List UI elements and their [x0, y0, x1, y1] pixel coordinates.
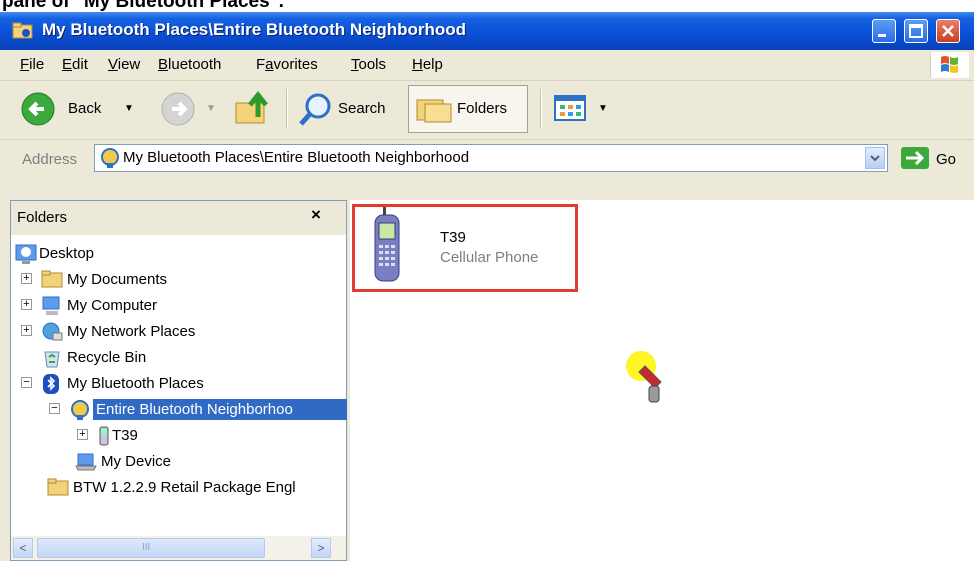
folders-pane-header: Folders ×	[11, 201, 346, 235]
tree-item-t39[interactable]: + T39	[11, 423, 341, 449]
search-button[interactable]: Search	[298, 91, 398, 131]
address-value: My Bluetooth Places\Entire Bluetooth Nei…	[123, 149, 470, 166]
tree-label: My Bluetooth Places	[67, 375, 204, 392]
folders-label: Folders	[457, 100, 508, 117]
computer-icon	[41, 295, 61, 315]
folders-pane: Folders × Desktop + My Documents + My Co…	[10, 200, 347, 561]
tree-label: My Device	[101, 453, 172, 470]
tree-item-desktop[interactable]: Desktop	[11, 241, 341, 267]
menu-bar: File Edit View Bluetooth Favorites Tools…	[0, 50, 974, 81]
scroll-thumb[interactable]: III	[37, 538, 265, 558]
folder-icon	[47, 477, 69, 497]
address-input[interactable]: My Bluetooth Places\Entire Bluetooth Nei…	[94, 144, 888, 172]
recycle-bin-icon	[41, 347, 61, 368]
laptop-icon	[75, 451, 97, 471]
back-button[interactable]: Back ▼	[20, 91, 150, 131]
tree-item-my-device[interactable]: My Device	[11, 449, 341, 475]
address-dropdown-button[interactable]	[865, 147, 885, 169]
bluetooth-icon	[41, 373, 61, 394]
device-name: T39	[440, 229, 466, 246]
desktop-icon	[15, 243, 37, 264]
standard-toolbar: Back ▼ ▼ Search Folders ▼	[0, 81, 974, 140]
cellphone-icon	[369, 207, 407, 290]
go-arrow-icon	[900, 146, 930, 173]
menu-tools[interactable]: Tools	[351, 56, 386, 73]
up-folder-icon	[234, 90, 272, 130]
window-title: My Bluetooth Places\Entire Bluetooth Nei…	[42, 20, 467, 39]
close-pane-icon[interactable]: ×	[311, 205, 321, 225]
menu-view[interactable]: View	[108, 56, 140, 73]
forward-button[interactable]: ▼	[160, 91, 220, 131]
address-label: Address	[22, 151, 78, 168]
busy-cursor-icon	[625, 348, 671, 409]
back-dropdown-icon: ▼	[124, 103, 134, 114]
bluetooth-neighborhood-icon	[69, 399, 89, 420]
tree-item-my-bluetooth-places[interactable]: − My Bluetooth Places	[11, 371, 341, 397]
close-button[interactable]	[936, 19, 960, 43]
device-item-t39[interactable]: T39 Cellular Phone	[352, 204, 578, 292]
caption-strip: pane of "My Bluetooth Places".	[0, 0, 974, 12]
folder-icon	[41, 269, 63, 289]
menu-favorites[interactable]: Favorites	[256, 56, 318, 73]
device-type: Cellular Phone	[440, 249, 539, 266]
expand-icon[interactable]: +	[21, 299, 32, 310]
menu-edit[interactable]: Edit	[62, 56, 88, 73]
tree-label: My Documents	[67, 271, 168, 288]
back-arrow-icon	[20, 91, 56, 130]
tree-label-selected: Entire Bluetooth Neighborhoo	[93, 399, 347, 420]
phone-icon	[97, 425, 111, 446]
search-icon	[298, 91, 336, 130]
tree-item-my-computer[interactable]: + My Computer	[11, 293, 341, 319]
bluetooth-folder-icon	[12, 22, 33, 39]
explorer-window: My Bluetooth Places\Entire Bluetooth Nei…	[0, 12, 974, 561]
content-pane: T39 Cellular Phone	[350, 200, 974, 561]
go-label: Go	[936, 151, 957, 168]
tree-item-recycle-bin[interactable]: Recycle Bin	[11, 345, 341, 371]
search-label: Search	[338, 100, 386, 117]
views-dropdown-icon: ▼	[598, 103, 608, 114]
menu-file[interactable]: File	[20, 56, 44, 73]
windows-logo-icon	[930, 52, 969, 78]
tree-item-entire-bluetooth-neighborhood[interactable]: − Entire Bluetooth Neighborhoo	[11, 397, 347, 423]
collapse-icon[interactable]: −	[21, 377, 32, 388]
up-button[interactable]	[234, 90, 274, 131]
collapse-icon[interactable]: −	[49, 403, 60, 414]
expand-icon[interactable]: +	[21, 325, 32, 336]
menu-bluetooth[interactable]: Bluetooth	[158, 56, 221, 73]
expand-icon[interactable]: +	[77, 429, 88, 440]
title-bar[interactable]: My Bluetooth Places\Entire Bluetooth Nei…	[0, 12, 974, 50]
views-icon	[554, 95, 588, 126]
forward-dropdown-icon: ▼	[206, 103, 216, 114]
tree-item-my-network-places[interactable]: + My Network Places	[11, 319, 341, 345]
scroll-grip: III	[142, 542, 151, 553]
tree-label: My Computer	[67, 297, 158, 314]
tree-label: My Network Places	[67, 323, 196, 340]
bluetooth-neighborhood-icon	[99, 147, 121, 172]
tree-label: Recycle Bin	[67, 349, 147, 366]
caption-text: pane of "My Bluetooth Places".	[2, 0, 284, 12]
network-icon	[41, 321, 63, 341]
tree-label: T39	[112, 427, 138, 444]
tree-label: Desktop	[39, 245, 95, 262]
tree-item-btw-folder[interactable]: BTW 1.2.2.9 Retail Package Engl	[11, 475, 346, 501]
scroll-right-button[interactable]: >	[311, 538, 331, 558]
folders-button[interactable]: Folders	[408, 85, 528, 133]
scroll-left-button[interactable]: <	[13, 538, 33, 558]
views-button[interactable]: ▼	[554, 93, 614, 129]
address-bar: Address My Bluetooth Places\Entire Bluet…	[0, 140, 974, 178]
go-button[interactable]: Go	[898, 144, 970, 174]
maximize-button[interactable]	[904, 19, 928, 43]
tree-label: BTW 1.2.2.9 Retail Package Engl	[73, 479, 296, 496]
menu-help[interactable]: Help	[412, 56, 443, 73]
tree-item-my-documents[interactable]: + My Documents	[11, 267, 341, 293]
toolbar-separator	[540, 89, 542, 129]
back-label: Back	[68, 100, 102, 117]
toolbar-separator	[286, 89, 288, 129]
folders-pane-title: Folders	[17, 209, 68, 226]
expand-icon[interactable]: +	[21, 273, 32, 284]
minimize-button[interactable]	[872, 19, 896, 43]
folders-icon	[415, 94, 453, 127]
forward-arrow-icon	[160, 91, 196, 130]
horizontal-scrollbar[interactable]: < III >	[11, 536, 346, 560]
